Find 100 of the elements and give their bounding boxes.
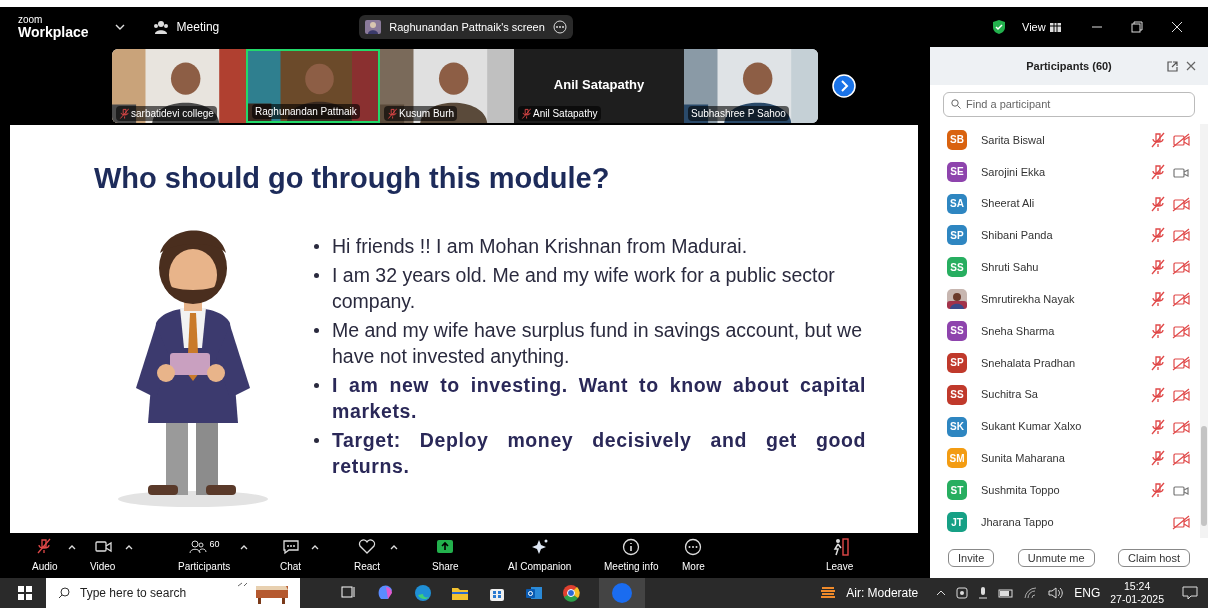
- chevron-up-icon[interactable]: [936, 589, 947, 597]
- avatar: SS: [947, 384, 967, 405]
- participant-name: Sheerat Ali: [981, 196, 1036, 212]
- bullet-text: Me and my wife have surplus fund in savings account, but we have not invested anything.: [332, 318, 864, 369]
- toolbar-button[interactable]: Leave: [824, 537, 856, 574]
- toolbar-button[interactable]: Audio: [30, 537, 60, 574]
- participant-name: Sarojini Ekka: [981, 164, 1047, 180]
- participant-name: Sunita Maharana: [981, 451, 1066, 467]
- search-icon: [58, 587, 70, 599]
- participant-name: Snehalata Pradhan: [981, 355, 1077, 371]
- participant-name: Sneha Sharma: [981, 323, 1056, 339]
- participant-count: 60: [209, 537, 220, 551]
- toolbar-button[interactable]: More: [680, 537, 707, 574]
- caret-up-icon[interactable]: [67, 543, 76, 550]
- video-tile[interactable]: Raghunandan Pattnaik: [246, 49, 380, 123]
- air-quality-icon: [820, 585, 837, 601]
- search-field[interactable]: Find a participant: [943, 91, 1195, 117]
- bullet-text: Target: Deploy money decisively and get good returns.: [332, 428, 866, 479]
- participant-row[interactable]: SS Suchitra Sa: [930, 378, 1200, 411]
- participant-row[interactable]: SE Sarojini Ekka: [930, 155, 1200, 188]
- participant-row[interactable]: SS Sneha Sharma: [930, 315, 1200, 347]
- meeting-button[interactable]: Meeting: [152, 18, 220, 36]
- camera-icon[interactable]: [956, 586, 969, 600]
- avatar: SS: [947, 321, 967, 341]
- speaker-icon[interactable]: [1048, 587, 1065, 599]
- participant-name: Jharana Tappo: [981, 514, 1055, 530]
- panel-button[interactable]: Invite: [948, 549, 995, 567]
- microphone-icon[interactable]: [978, 586, 989, 600]
- notification-icon[interactable]: [1182, 586, 1198, 600]
- participant-row[interactable]: SS Shruti Sahu: [930, 251, 1200, 284]
- toolbar-button[interactable]: Video: [88, 537, 118, 574]
- toolbar-button[interactable]: Chat: [278, 537, 304, 574]
- participant-row[interactable]: Smrutirekha Nayak: [930, 283, 1200, 316]
- taskbar-search-field[interactable]: Type here to search: [46, 578, 300, 608]
- clock-time[interactable]: 15:24: [1124, 580, 1151, 593]
- caret-up-icon[interactable]: [311, 543, 320, 550]
- toolbar-button[interactable]: 60 Participants: [176, 537, 233, 574]
- toolbar-button[interactable]: Share: [430, 537, 461, 574]
- participant-name: Sushmita Toppo: [981, 482, 1061, 498]
- participant-name: Raghunandan Pattnaik: [255, 105, 357, 119]
- slide-title: Who should go through this module?: [94, 161, 610, 196]
- participants-icon: [188, 537, 207, 556]
- participant-name: Anil Satapathy: [552, 76, 646, 94]
- more-icon: [552, 20, 567, 34]
- panel-button[interactable]: Claim host: [1118, 549, 1190, 567]
- caret-up-icon[interactable]: [390, 543, 399, 550]
- participant-name: Shibani Panda: [981, 228, 1054, 244]
- participant-name: Anil Satapathy: [533, 107, 598, 121]
- participant-name: Shruti Sahu: [981, 260, 1040, 276]
- participant-row[interactable]: SA Sheerat Ali: [930, 187, 1200, 220]
- view-button[interactable]: View: [1022, 18, 1061, 36]
- participant-name: Kusum Burh: [399, 107, 455, 121]
- panel-title: Participants (60): [1026, 58, 1112, 74]
- pop-out-icon[interactable]: [1167, 61, 1178, 72]
- participant-name: Sarita Biswal: [981, 132, 1046, 148]
- participant-name: Smrutirekha Nayak: [981, 291, 1076, 307]
- info-icon: [622, 537, 641, 556]
- caret-up-icon[interactable]: [240, 543, 249, 550]
- participant-row[interactable]: SP Shibani Panda: [930, 219, 1200, 252]
- language-indicator[interactable]: ENG: [1074, 584, 1101, 602]
- participant-name: Sukant Kumar Xalxo: [981, 419, 1083, 435]
- panel-button[interactable]: Unmute me: [1017, 549, 1095, 567]
- screen-share-button[interactable]: Raghunandan Pattnaik's screen: [359, 15, 573, 39]
- restore-icon[interactable]: [1130, 21, 1143, 33]
- avatar: JT: [947, 512, 967, 533]
- brand-small-text: zoom: [18, 15, 44, 25]
- more-icon: [684, 537, 703, 556]
- participant-row[interactable]: SM Sunita Maharana: [930, 442, 1200, 475]
- participant-row[interactable]: SK Sukant Kumar Xalxo: [930, 410, 1200, 443]
- presenter-icon: [365, 20, 382, 34]
- windows-start-icon[interactable]: [18, 586, 32, 600]
- avatar: SE: [947, 161, 967, 182]
- video-tile[interactable]: Subhashree P Sahoo: [684, 49, 818, 123]
- caret-up-icon[interactable]: [125, 543, 134, 550]
- toolbar-button[interactable]: React: [352, 537, 383, 574]
- bullet-text: Hi friends !! I am Mohan Krishnan from Madurai.: [332, 234, 748, 259]
- avatar: SS: [947, 257, 967, 278]
- toolbar-button[interactable]: Meeting info: [602, 537, 661, 574]
- weather-text[interactable]: Air: Moderate: [846, 584, 919, 602]
- bullet-text: I am new to investing. Want to know about capital markets.: [332, 373, 866, 424]
- clock-date[interactable]: 27-01-2025: [1110, 593, 1164, 606]
- participant-row[interactable]: SB Sarita Biswal: [930, 124, 1200, 156]
- share-icon: [436, 537, 455, 556]
- toolbar-button[interactable]: AI Companion: [506, 537, 574, 574]
- wifi-icon[interactable]: [1024, 587, 1039, 599]
- avatar: SA: [947, 193, 967, 214]
- participant-name: Suchitra Sa: [981, 387, 1039, 403]
- avatar: SK: [947, 416, 967, 437]
- chevron-down-icon[interactable]: [114, 23, 125, 31]
- people-icon: [152, 20, 169, 34]
- brand-text: Workplace: [18, 25, 89, 39]
- scrollbar-thumb[interactable]: [1201, 426, 1207, 526]
- participant-row[interactable]: ST Sushmita Toppo: [930, 474, 1200, 507]
- participant-row[interactable]: JT Jharana Tappo: [930, 506, 1200, 538]
- avatar: SP: [947, 352, 967, 373]
- video-tile[interactable]: sarbatidevi college: [112, 49, 246, 123]
- participant-row[interactable]: SP Snehalata Pradhan: [930, 346, 1200, 379]
- react-icon: [358, 537, 377, 556]
- video-tile[interactable]: Kusum Burh: [380, 49, 514, 123]
- battery-icon[interactable]: [998, 588, 1015, 598]
